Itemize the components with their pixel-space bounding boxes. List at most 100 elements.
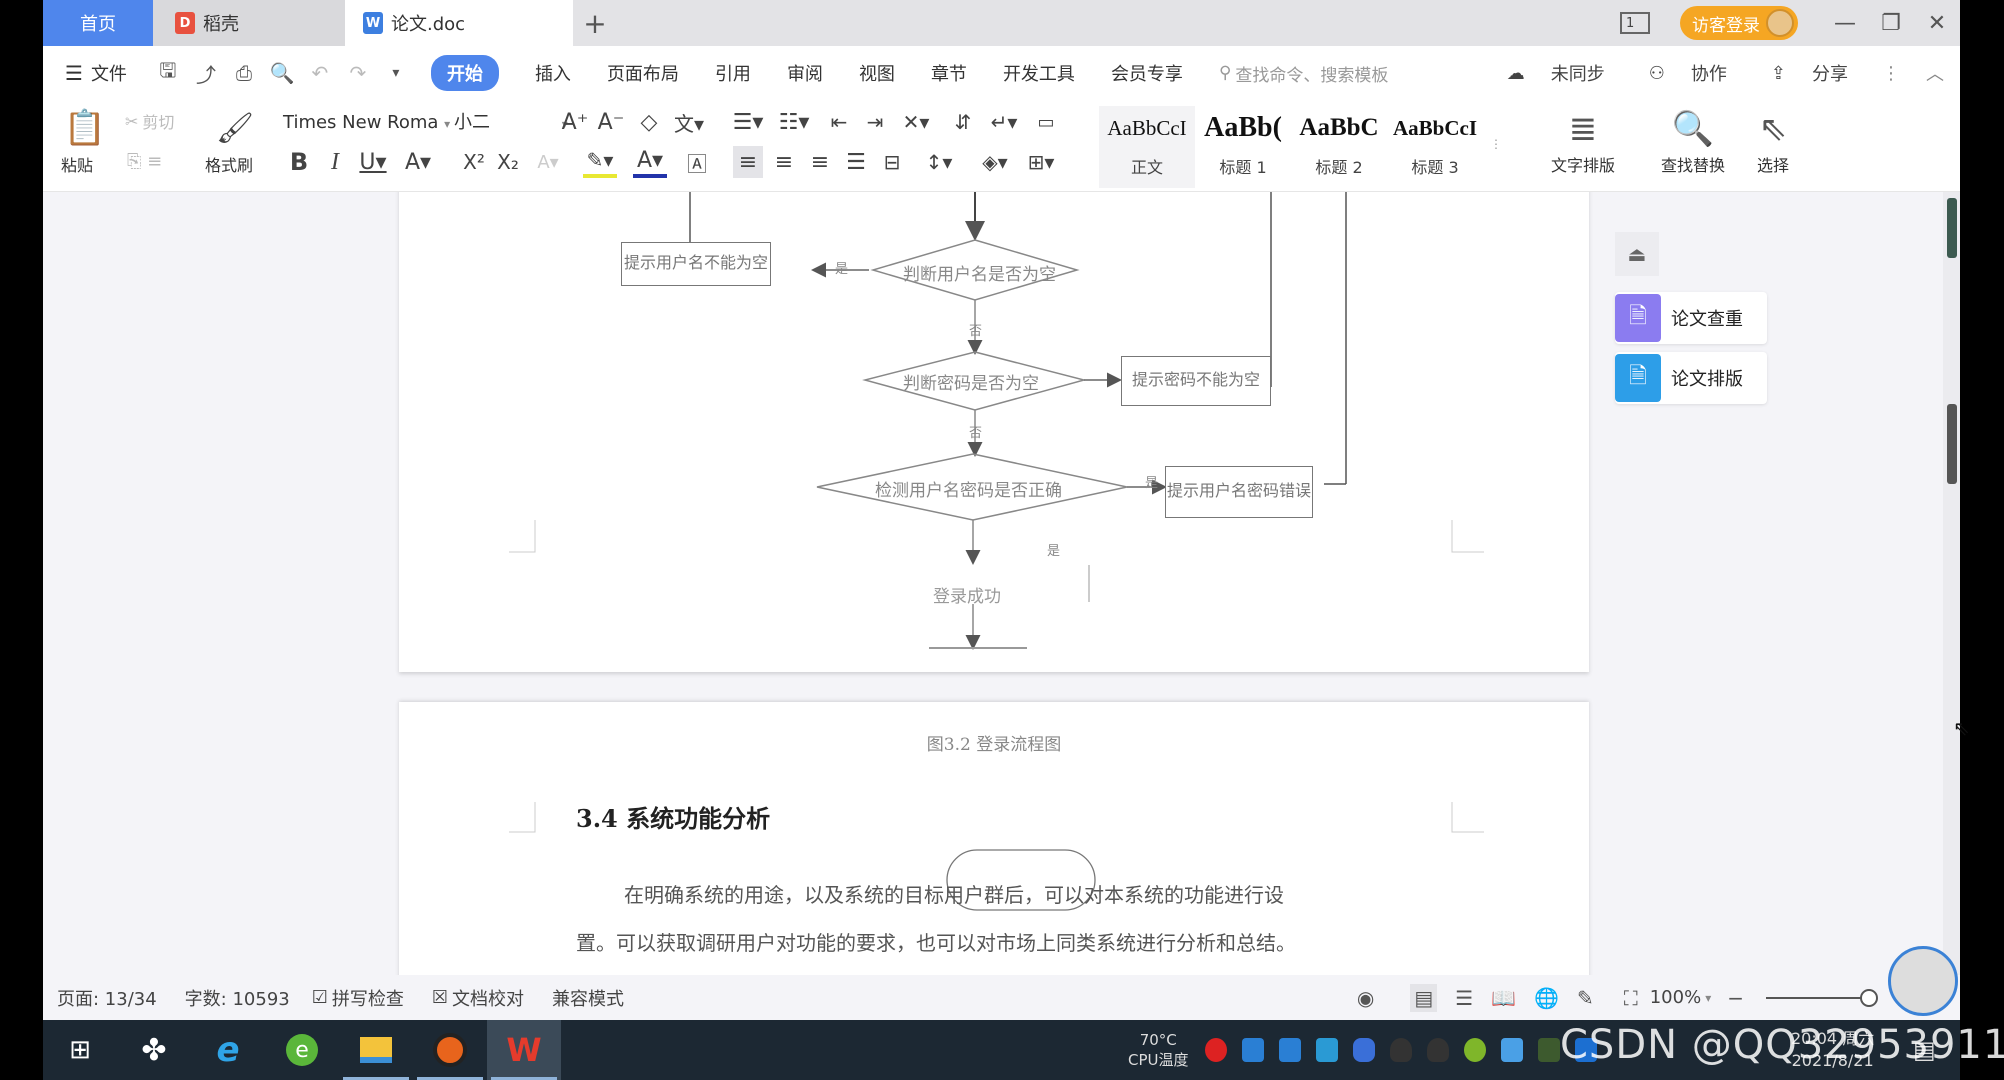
- align-right-button[interactable]: ≡: [805, 146, 835, 178]
- shrink-font-icon[interactable]: A⁻: [597, 108, 625, 136]
- shading-button[interactable]: ◈▾: [977, 146, 1013, 178]
- find-replace-button[interactable]: 🔍 查找替换: [1643, 106, 1743, 176]
- taskbar-app-explorer[interactable]: [339, 1020, 413, 1080]
- style-heading-2[interactable]: AaBbC 标题 2: [1291, 106, 1387, 188]
- window-count-icon[interactable]: 1: [1620, 12, 1650, 34]
- taskbar-app-ie[interactable]: e: [191, 1020, 265, 1080]
- menu-member[interactable]: 会员专享: [1111, 60, 1183, 86]
- tray-app-icon[interactable]: [1278, 1038, 1301, 1062]
- subscript-button[interactable]: X₂: [493, 146, 523, 178]
- word-count[interactable]: 字数: 10593: [185, 985, 290, 1011]
- web-view-icon[interactable]: 🌐: [1534, 986, 1559, 1010]
- phonetic-guide-icon[interactable]: 文▾: [671, 108, 707, 136]
- bullet-list-icon[interactable]: ☰▾: [731, 108, 765, 136]
- clear-format-icon[interactable]: ◇: [635, 108, 663, 136]
- export-pdf-icon[interactable]: ⤴: [195, 62, 217, 87]
- collapse-ribbon-icon[interactable]: ︿: [1926, 60, 1944, 86]
- zoom-out-icon[interactable]: −: [1727, 986, 1744, 1010]
- save-icon[interactable]: 🖫: [157, 58, 179, 84]
- menu-references[interactable]: 引用: [715, 60, 751, 86]
- collaborate-button[interactable]: ⚇ 协作: [1627, 60, 1727, 86]
- redo-icon[interactable]: ↷: [347, 61, 369, 85]
- tab-daoke[interactable]: D 稻壳: [153, 0, 345, 46]
- tray-app-icon[interactable]: [1537, 1038, 1560, 1062]
- scrollbar-thumb[interactable]: [1947, 404, 1957, 484]
- paper-format-button[interactable]: 🗎 论文排版: [1615, 352, 1767, 404]
- align-center-button[interactable]: ≡: [769, 146, 799, 178]
- tray-app-icon[interactable]: [1315, 1038, 1338, 1062]
- scrollbar-thumb-top[interactable]: [1947, 198, 1957, 258]
- text-effect-button[interactable]: A▾: [533, 146, 563, 178]
- distributed-button[interactable]: ⊟: [877, 146, 907, 178]
- guest-login-button[interactable]: 访客登录: [1680, 6, 1798, 40]
- cut-button[interactable]: ✂ 剪切: [125, 108, 174, 134]
- char-border-button[interactable]: 🄰: [683, 146, 711, 178]
- taskbar-app-wps[interactable]: W: [487, 1020, 561, 1080]
- zoom-level[interactable]: 100% ▾: [1650, 987, 1712, 1008]
- align-left-button[interactable]: ≡: [733, 146, 763, 178]
- menu-review[interactable]: 审阅: [787, 60, 823, 86]
- font-color-button[interactable]: A▾: [633, 146, 667, 178]
- taskbar-app-ninja[interactable]: [413, 1020, 487, 1080]
- numbered-list-icon[interactable]: ☷▾: [777, 108, 811, 136]
- command-search[interactable]: ⚲ 查找命令、搜索模板: [1219, 61, 1388, 86]
- styles-scroll-icon[interactable]: ⋮: [1489, 114, 1503, 174]
- tray-app-icon[interactable]: [1241, 1038, 1264, 1062]
- outline-view-icon[interactable]: ☰: [1455, 986, 1473, 1010]
- borders-button[interactable]: ⊞▾: [1023, 146, 1059, 178]
- font-name-select[interactable]: Times New Roma ▾ 小二 ▾: [283, 108, 568, 134]
- font-size-select[interactable]: 小二: [454, 112, 490, 133]
- grow-font-icon[interactable]: A⁺: [561, 108, 589, 136]
- menu-section[interactable]: 章节: [931, 60, 967, 86]
- tray-app-icon[interactable]: [1204, 1038, 1227, 1062]
- floating-assistant-ball[interactable]: [1888, 946, 1958, 1016]
- qq-icon[interactable]: [1389, 1038, 1412, 1062]
- write-view-icon[interactable]: ✎: [1577, 986, 1594, 1010]
- share-button[interactable]: ⇪ 分享: [1749, 60, 1848, 86]
- more-icon[interactable]: ⋮: [1882, 63, 1900, 84]
- cpu-temp-widget[interactable]: 70°C CPU温度: [1128, 1030, 1189, 1070]
- highlight-color-button[interactable]: ✎▾: [583, 146, 617, 178]
- page-view-icon[interactable]: ▤: [1410, 983, 1438, 1012]
- sort-icon[interactable]: ⇵: [949, 108, 977, 136]
- style-heading-3[interactable]: AaBbCcI 标题 3: [1387, 106, 1483, 188]
- zoom-slider-handle[interactable]: [1860, 988, 1878, 1007]
- style-heading-1[interactable]: AaBb( 标题 1: [1195, 106, 1291, 188]
- vertical-scrollbar[interactable]: [1943, 192, 1960, 975]
- taskbar-app-360[interactable]: ✤: [117, 1020, 191, 1080]
- doc-proof-button[interactable]: ☒ 文档校对: [432, 985, 524, 1011]
- format-painter-icon[interactable]: 🖌: [213, 106, 257, 150]
- style-normal[interactable]: AaBbCcI 正文: [1099, 106, 1195, 188]
- print-icon[interactable]: ⎙: [233, 61, 255, 85]
- undo-icon[interactable]: ↶: [309, 61, 331, 85]
- strikethrough-button[interactable]: A▾: [401, 146, 435, 178]
- side-panel-collapse-icon[interactable]: ⏏: [1615, 232, 1659, 276]
- menu-view[interactable]: 视图: [859, 60, 895, 86]
- menu-insert[interactable]: 插入: [535, 60, 571, 86]
- chinese-layout-icon[interactable]: ✕▾: [899, 108, 933, 136]
- minimize-button[interactable]: —: [1822, 0, 1868, 46]
- document-canvas[interactable]: 提示用户名不能为空 判断用户名是否为空 是 否 判断密码是否为空 提示密码不能为…: [43, 192, 1960, 975]
- spell-check-button[interactable]: ☑ 拼写检查: [312, 985, 404, 1011]
- new-tab-button[interactable]: +: [573, 0, 617, 46]
- page-indicator[interactable]: 页面: 13/34: [57, 985, 157, 1011]
- restore-button[interactable]: ❐: [1868, 0, 1914, 46]
- qq-icon[interactable]: [1426, 1038, 1449, 1062]
- menu-file[interactable]: ☰ 文件: [65, 60, 127, 86]
- tab-home[interactable]: 首页: [43, 0, 153, 46]
- start-button[interactable]: ⊞: [43, 1020, 117, 1080]
- show-marks-icon[interactable]: ↵▾: [987, 108, 1021, 136]
- justify-button[interactable]: ☰: [841, 146, 871, 178]
- menu-page-layout[interactable]: 页面布局: [607, 60, 679, 86]
- print-preview-icon[interactable]: 🔍: [269, 61, 294, 85]
- underline-button[interactable]: U▾: [355, 146, 391, 178]
- paste-button[interactable]: 📋: [63, 106, 107, 150]
- decrease-indent-icon[interactable]: ⇤: [825, 108, 853, 136]
- sync-button[interactable]: ☁ 未同步: [1485, 60, 1605, 86]
- zoom-slider[interactable]: [1766, 988, 1878, 1007]
- shield-icon[interactable]: [1352, 1038, 1375, 1062]
- tray-app-icon[interactable]: [1500, 1038, 1523, 1062]
- menu-home[interactable]: 开始: [430, 55, 499, 91]
- close-button[interactable]: ✕: [1914, 0, 1960, 46]
- taskbar-app-browser[interactable]: e: [265, 1020, 339, 1080]
